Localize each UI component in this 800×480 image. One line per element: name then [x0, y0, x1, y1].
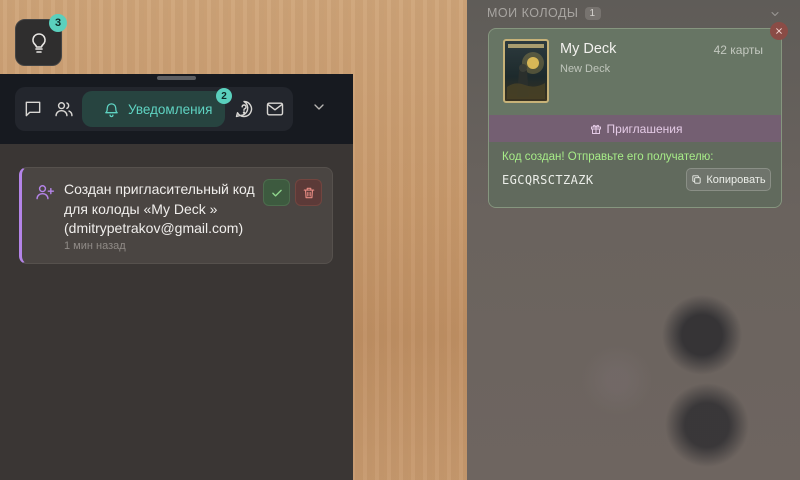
invitations-button[interactable]: Приглашения: [489, 115, 781, 142]
deck-name: My Deck: [560, 41, 617, 57]
deck-cover-image: [503, 39, 549, 103]
bell-icon: [103, 101, 120, 118]
decks-count-badge: 1: [584, 6, 601, 20]
user-plus-icon: [35, 182, 55, 202]
mail-icon[interactable]: [263, 97, 287, 121]
notifications-panel: Уведомления 2 Создан пригласительный код…: [0, 74, 353, 480]
notifications-badge: 2: [216, 88, 232, 104]
copy-icon: [691, 174, 702, 185]
chat-icon[interactable]: [21, 97, 45, 121]
tab-notifications[interactable]: Уведомления 2: [82, 88, 232, 127]
decks-panel: МОИ КОЛОДЫ 1 My Deck New Deck 42 карты П…: [467, 0, 800, 480]
trash-icon: [302, 186, 316, 200]
deck-cards-count: 42 карты: [713, 43, 763, 57]
invite-code-section: Код создан! Отправьте его получателю: EG…: [489, 142, 781, 207]
notification-time: 1 мин назад: [64, 240, 126, 252]
notification-item[interactable]: Создан пригласительный код для колоды «M…: [19, 167, 333, 264]
decks-title: МОИ КОЛОДЫ: [487, 6, 579, 20]
close-icon: [775, 27, 783, 35]
invitations-label: Приглашения: [606, 121, 683, 136]
copy-button[interactable]: Копировать: [686, 168, 771, 191]
close-button[interactable]: [770, 22, 788, 40]
delete-button[interactable]: [295, 179, 322, 206]
tab-notifications-label: Уведомления: [128, 101, 213, 117]
chevron-down-icon[interactable]: [311, 99, 327, 115]
copy-label: Копировать: [706, 173, 766, 186]
decks-header: МОИ КОЛОДЫ 1: [487, 6, 601, 20]
drag-handle[interactable]: [157, 76, 196, 80]
accept-button[interactable]: [263, 179, 290, 206]
lightbulb-icon: [27, 31, 51, 55]
gift-icon: [590, 123, 602, 135]
check-icon: [270, 186, 284, 200]
code-created-message: Код создан! Отправьте его получателю:: [502, 151, 714, 163]
users-icon[interactable]: [52, 97, 76, 121]
hint-button[interactable]: 3: [15, 14, 67, 66]
deck-subtitle: New Deck: [560, 63, 611, 75]
deck-card[interactable]: My Deck New Deck 42 карты Приглашения Ко…: [488, 28, 782, 208]
hint-badge: 3: [49, 14, 67, 32]
help-icon[interactable]: [232, 97, 256, 121]
panel-header: Уведомления 2: [0, 74, 353, 144]
invite-code: EGCQRSCTZAZK: [502, 173, 594, 187]
panel-toolbar: Уведомления 2: [15, 87, 293, 131]
chevron-down-icon[interactable]: [769, 8, 781, 20]
notification-text: Создан пригласительный код для колоды «M…: [64, 181, 255, 236]
